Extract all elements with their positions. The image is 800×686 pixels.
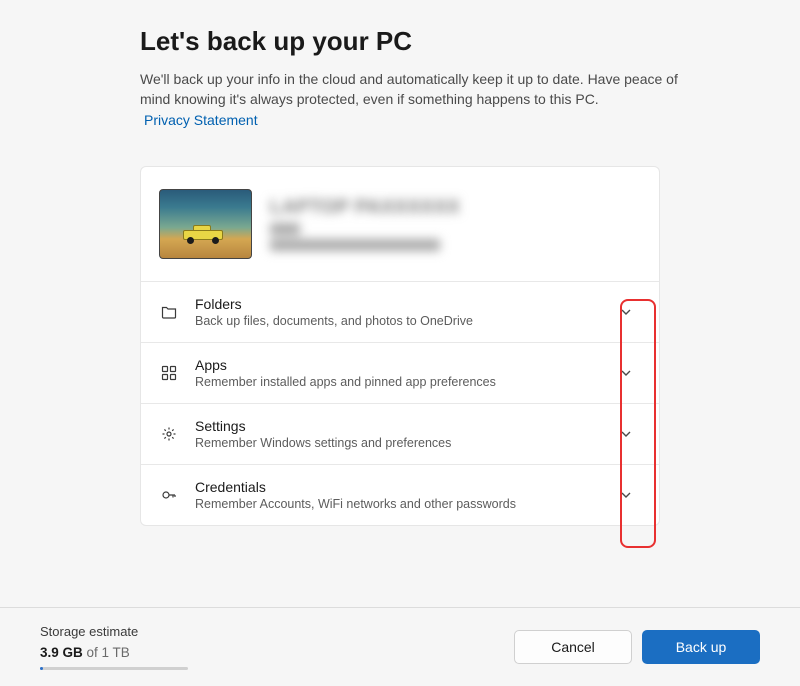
- backup-card: LAPTOP PAXXXXXX Folders Back up files, d…: [140, 166, 660, 526]
- settings-icon: [159, 424, 179, 444]
- device-thumbnail: [159, 189, 252, 259]
- storage-values: 3.9 GB of 1 TB: [40, 645, 188, 660]
- device-info-blurred: LAPTOP PAXXXXXX: [270, 197, 460, 251]
- option-title: Apps: [195, 357, 601, 373]
- option-title: Settings: [195, 418, 601, 434]
- storage-progress-fill: [40, 667, 43, 670]
- storage-total: of 1 TB: [83, 645, 130, 660]
- option-title: Folders: [195, 296, 601, 312]
- device-subline-1: [270, 223, 300, 235]
- page-description: We'll back up your info in the cloud and…: [0, 57, 800, 110]
- apps-icon: [159, 363, 179, 383]
- privacy-statement-link[interactable]: Privacy Statement: [0, 110, 258, 128]
- footer-bar: Storage estimate 3.9 GB of 1 TB Cancel B…: [0, 607, 800, 686]
- storage-label: Storage estimate: [40, 624, 188, 639]
- option-credentials[interactable]: Credentials Remember Accounts, WiFi netw…: [141, 464, 659, 525]
- option-title: Credentials: [195, 479, 601, 495]
- option-subtitle: Remember Accounts, WiFi networks and oth…: [195, 497, 601, 511]
- device-subline-2: [270, 239, 440, 251]
- page-title: Let's back up your PC: [0, 0, 800, 57]
- chevron-down-icon: [617, 364, 635, 382]
- backup-button[interactable]: Back up: [642, 630, 760, 664]
- option-folders[interactable]: Folders Back up files, documents, and ph…: [141, 281, 659, 342]
- chevron-down-icon: [617, 425, 635, 443]
- option-subtitle: Remember Windows settings and preference…: [195, 436, 601, 450]
- option-subtitle: Remember installed apps and pinned app p…: [195, 375, 601, 389]
- option-subtitle: Back up files, documents, and photos to …: [195, 314, 601, 328]
- folder-icon: [159, 302, 179, 322]
- device-row: LAPTOP PAXXXXXX: [141, 167, 659, 281]
- option-apps[interactable]: Apps Remember installed apps and pinned …: [141, 342, 659, 403]
- storage-estimate: Storage estimate 3.9 GB of 1 TB: [40, 624, 188, 670]
- credentials-icon: [159, 485, 179, 505]
- storage-used: 3.9 GB: [40, 645, 83, 660]
- chevron-down-icon: [617, 303, 635, 321]
- chevron-down-icon: [617, 486, 635, 504]
- option-settings[interactable]: Settings Remember Windows settings and p…: [141, 403, 659, 464]
- device-name: LAPTOP PAXXXXXX: [270, 197, 460, 219]
- cancel-button[interactable]: Cancel: [514, 630, 632, 664]
- storage-progress: [40, 667, 188, 670]
